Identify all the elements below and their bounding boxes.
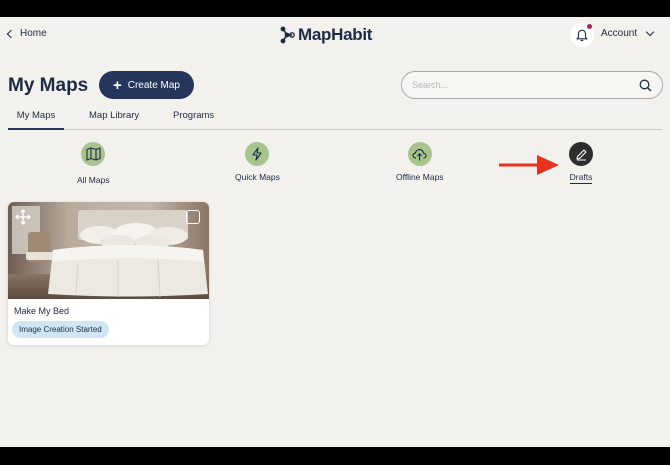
plus-icon: + bbox=[112, 76, 122, 94]
cloud-download-icon bbox=[412, 148, 427, 160]
account-menu[interactable]: Account bbox=[601, 27, 655, 39]
notifications-button[interactable] bbox=[570, 23, 594, 47]
tab-programs[interactable]: Programs bbox=[173, 110, 214, 130]
annotation-arrow-icon bbox=[499, 155, 559, 175]
create-map-button[interactable]: + Create Map bbox=[99, 71, 194, 99]
tab-my-maps[interactable]: My Maps bbox=[8, 110, 64, 130]
logo-text: MapHabit bbox=[298, 25, 373, 44]
select-checkbox[interactable] bbox=[186, 210, 200, 224]
chevron-left-icon bbox=[6, 29, 16, 39]
category-label: All Maps bbox=[77, 175, 110, 185]
back-home-link[interactable]: Home bbox=[6, 28, 47, 39]
pencil-icon bbox=[575, 148, 587, 160]
create-map-label: Create Map bbox=[127, 79, 180, 91]
category-icon-bg bbox=[81, 142, 106, 166]
notification-dot bbox=[587, 24, 592, 29]
category-label: Offline Maps bbox=[396, 172, 444, 182]
tab-map-library[interactable]: Map Library bbox=[89, 110, 139, 130]
category-quick-maps[interactable]: Quick Maps bbox=[235, 142, 280, 182]
maphabit-logo: MapHabit bbox=[279, 25, 372, 45]
map-icon bbox=[86, 147, 101, 161]
lightning-icon bbox=[252, 147, 262, 161]
header: Home MapHabit Account bbox=[0, 17, 670, 53]
page-title: My Maps bbox=[8, 75, 89, 96]
search-input[interactable] bbox=[412, 80, 639, 90]
category-icon-bg bbox=[245, 142, 270, 166]
map-card[interactable]: Make My Bed Image Creation Started bbox=[8, 202, 209, 345]
chevron-down-icon bbox=[645, 27, 655, 37]
app-window: Home MapHabit Account My Maps + Create M… bbox=[0, 17, 670, 447]
category-all-maps[interactable]: All Maps bbox=[77, 142, 110, 185]
back-home-label: Home bbox=[20, 28, 47, 39]
search-icon[interactable] bbox=[639, 79, 652, 92]
category-icon-bg bbox=[407, 142, 432, 166]
category-label: Quick Maps bbox=[235, 172, 280, 182]
move-icon[interactable] bbox=[15, 209, 31, 225]
category-drafts[interactable]: Drafts bbox=[569, 142, 593, 184]
account-label: Account bbox=[601, 28, 638, 39]
search-bar bbox=[401, 71, 663, 99]
category-label: Drafts bbox=[569, 172, 593, 184]
tab-bar: My Maps Map Library Programs bbox=[8, 106, 662, 130]
bottom-bar bbox=[0, 447, 670, 465]
map-card-title: Make My Bed bbox=[14, 306, 70, 316]
category-offline-maps[interactable]: Offline Maps bbox=[396, 142, 444, 182]
logo-mark-icon bbox=[280, 26, 295, 44]
map-card-image bbox=[8, 202, 209, 299]
status-badge: Image Creation Started bbox=[12, 321, 109, 338]
category-icon-bg bbox=[569, 142, 593, 166]
bell-icon bbox=[576, 29, 588, 41]
